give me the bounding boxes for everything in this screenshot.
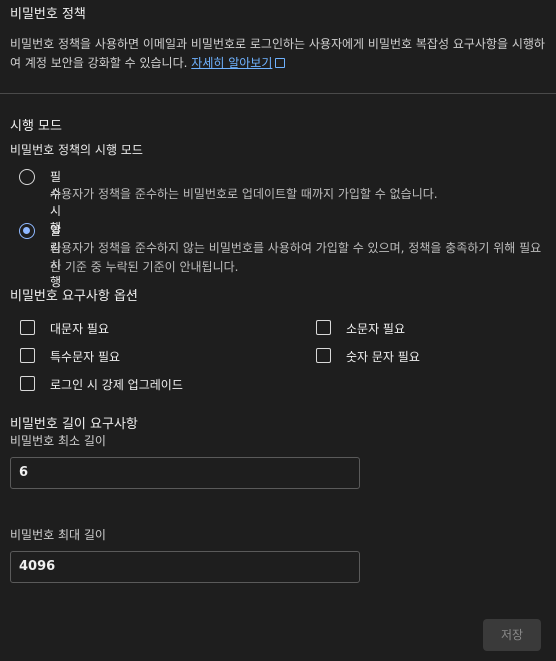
radio-required-description: 사용자가 정책을 준수하는 비밀번호로 업데이트할 때까지 가입할 수 없습니다… (50, 187, 438, 201)
max-length-input[interactable]: 4096 (10, 551, 360, 583)
page-title: 비밀번호 정책 (10, 7, 86, 22)
checkbox-lowercase-box[interactable] (316, 320, 331, 335)
checkbox-numeric-box[interactable] (316, 348, 331, 363)
enforcement-mode-subheading: 비밀번호 정책의 시행 모드 (10, 143, 143, 157)
learn-more-label: 자세히 알아보기 (191, 56, 273, 70)
radio-notify-description: 사용자가 정책을 준수하지 않는 비밀번호를 사용하여 가입할 수 있으며, 정… (50, 241, 542, 274)
radio-required[interactable] (19, 169, 35, 185)
policy-description: 비밀번호 정책을 사용하면 이메일과 비밀번호로 로그인하는 사용자에게 비밀번… (10, 35, 545, 73)
enforcement-mode-heading: 시행 모드 (10, 119, 62, 134)
max-length-label: 비밀번호 최대 길이 (10, 528, 106, 542)
checkbox-uppercase-box[interactable] (20, 320, 35, 335)
section-divider (0, 93, 556, 94)
checkbox-numeric-label: 숫자 문자 필요 (346, 350, 420, 364)
checkbox-uppercase-label: 대문자 필요 (50, 322, 110, 336)
checkbox-force-upgrade-label: 로그인 시 강제 업그레이드 (50, 378, 183, 392)
requirements-heading: 비밀번호 요구사항 옵션 (10, 289, 138, 304)
learn-more-link[interactable]: 자세히 알아보기 (191, 56, 286, 70)
external-link-icon (275, 58, 286, 68)
checkbox-lowercase-label: 소문자 필요 (346, 322, 406, 336)
checkbox-force-upgrade-box[interactable] (20, 376, 35, 391)
min-length-label: 비밀번호 최소 길이 (10, 434, 106, 448)
radio-notify[interactable] (19, 223, 35, 239)
save-button[interactable]: 저장 (483, 619, 541, 651)
min-length-input[interactable]: 6 (10, 457, 360, 489)
checkbox-special-box[interactable] (20, 348, 35, 363)
length-heading: 비밀번호 길이 요구사항 (10, 417, 138, 432)
checkbox-special-label: 특수문자 필요 (50, 350, 121, 364)
